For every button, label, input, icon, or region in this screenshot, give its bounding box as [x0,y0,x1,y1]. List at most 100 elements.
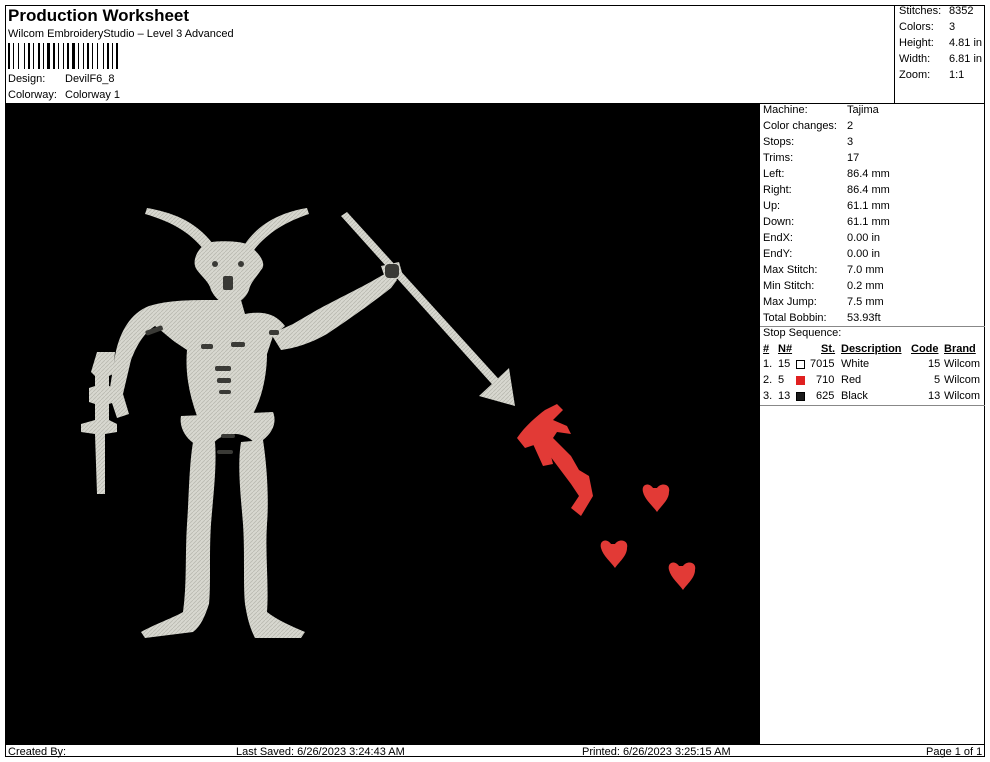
info-value: 7.5 mm [847,296,884,308]
stop-row: 2. 5 710 Red 5 Wilcom [760,374,985,389]
stop-code: 15 [928,358,941,370]
barcode-bar [33,43,34,69]
barcode-bar [94,43,96,69]
info-label: Down: [763,216,795,228]
stop-num: 3. [763,390,773,402]
info-row-machine: Machine: Tajima [763,104,983,119]
stop-num: 1. [763,358,773,370]
stop-stitches: 625 [816,390,835,402]
machine-info-panel: Machine: Tajima Color changes: 2 Stops: 3 T… [759,104,985,744]
color-swatch [796,392,805,401]
barcode-bar [76,43,77,69]
barcode-bar [26,43,27,69]
info-row-min-stitch: Min Stitch: 0.2 mm [763,280,983,295]
barcode-bar [114,43,115,69]
info-label: Machine: [763,104,808,116]
colorway-row: Colorway: Colorway 1 [0,89,300,103]
summary-label: Stitches: [899,5,942,17]
barcode-bar [110,43,111,69]
colorway-label: Colorway: [8,89,57,101]
barcode-bar [90,43,91,69]
info-value: 2 [847,120,854,132]
info-label: EndX: [763,232,793,244]
barcode-bar [63,43,64,69]
info-label: Max Jump: [763,296,817,308]
info-value: 86.4 mm [847,184,890,196]
last-saved: Last Saved: 6/26/2023 3:24:43 AM [236,746,405,758]
color-swatch [796,376,805,385]
barcode-bar [20,43,23,69]
page-number: Page 1 of 1 [926,746,983,758]
info-value: 0.00 in [847,232,881,244]
barcode-bar [97,43,98,69]
info-row-max-jump: Max Jump: 7.5 mm [763,296,983,311]
design-value: DevilF6_8 [65,73,115,85]
info-value: 61.1 mm [847,216,890,228]
stop-row: 3. 13 625 Black 13 Wilcom [760,390,985,405]
barcode-bar [8,43,10,69]
info-row-total-bobbin: Total Bobbin: 53.93ft [763,312,983,327]
summary-value: 3 [949,21,956,33]
info-value: 7.0 mm [847,264,884,276]
barcode-bar [41,43,42,69]
info-value: 0.00 in [847,248,881,260]
worksheet-title: Production Worksheet [8,6,190,25]
info-row-max-stitch: Max Stitch: 7.0 mm [763,264,983,279]
barcode-bar [78,43,79,69]
col-n: N# [778,343,793,355]
barcode-bar [80,43,82,69]
info-label: Right: [763,184,792,196]
barcode-bar [103,43,104,69]
col-num: # [763,343,770,355]
barcode-bar [83,43,84,69]
info-row-color-changes: Color changes: 2 [763,120,983,135]
barcode-bar [43,43,44,69]
barcode-bar [99,43,102,69]
barcode-bar [51,43,52,69]
barcode-bar [56,43,57,69]
summary-value: 8352 [949,5,974,17]
barcode-bar [67,43,69,69]
summary-value: 4.81 in [949,37,983,49]
stop-brand: Wilcom [944,358,981,370]
barcode-bar [112,43,113,69]
info-row-endy: EndY: 0.00 in [763,248,983,263]
summary-label: Height: [899,37,934,49]
stop-n: 13 [778,390,791,402]
stop-sequence-label: Stop Sequence: [763,327,842,339]
barcode-bar [38,43,40,69]
info-label: EndY: [763,248,793,260]
summary-value: 6.81 in [949,53,983,65]
info-value: 61.1 mm [847,200,890,212]
info-row-up: Up: 61.1 mm [763,200,983,215]
info-value: 17 [847,152,860,164]
stop-row: 1. 15 7015 White 15 Wilcom [760,358,985,373]
barcode-bar [13,43,14,69]
col-brand: Brand [944,343,976,355]
stop-n: 15 [778,358,791,370]
info-label: Left: [763,168,785,180]
stop-sequence-header: # N# St. Description Code Brand [760,343,985,357]
barcode-bar [116,43,118,69]
red-elements [517,404,696,590]
stop-description: White [841,358,870,370]
info-label: Trims: [763,152,794,164]
info-value: 86.4 mm [847,168,890,180]
stop-description: Red [841,374,862,386]
info-value: 53.93ft [847,312,881,324]
info-label: Min Stitch: [763,280,815,292]
embroidery-design-image [81,208,696,638]
software-name: Wilcom EmbroideryStudio – Level 3 Advanc… [8,28,234,40]
barcode-bar [85,43,86,69]
stop-stitches: 710 [816,374,835,386]
design-label: Design: [8,73,46,85]
col-description: Description [841,343,902,355]
barcode-bar [31,43,32,69]
info-label: Color changes: [763,120,837,132]
info-row-right: Right: 86.4 mm [763,184,983,199]
summary-label: Colors: [899,21,934,33]
summary-value: 1:1 [949,69,965,81]
stop-brand: Wilcom [944,374,981,386]
color-swatch [796,360,805,369]
barcode-bar [45,43,46,69]
